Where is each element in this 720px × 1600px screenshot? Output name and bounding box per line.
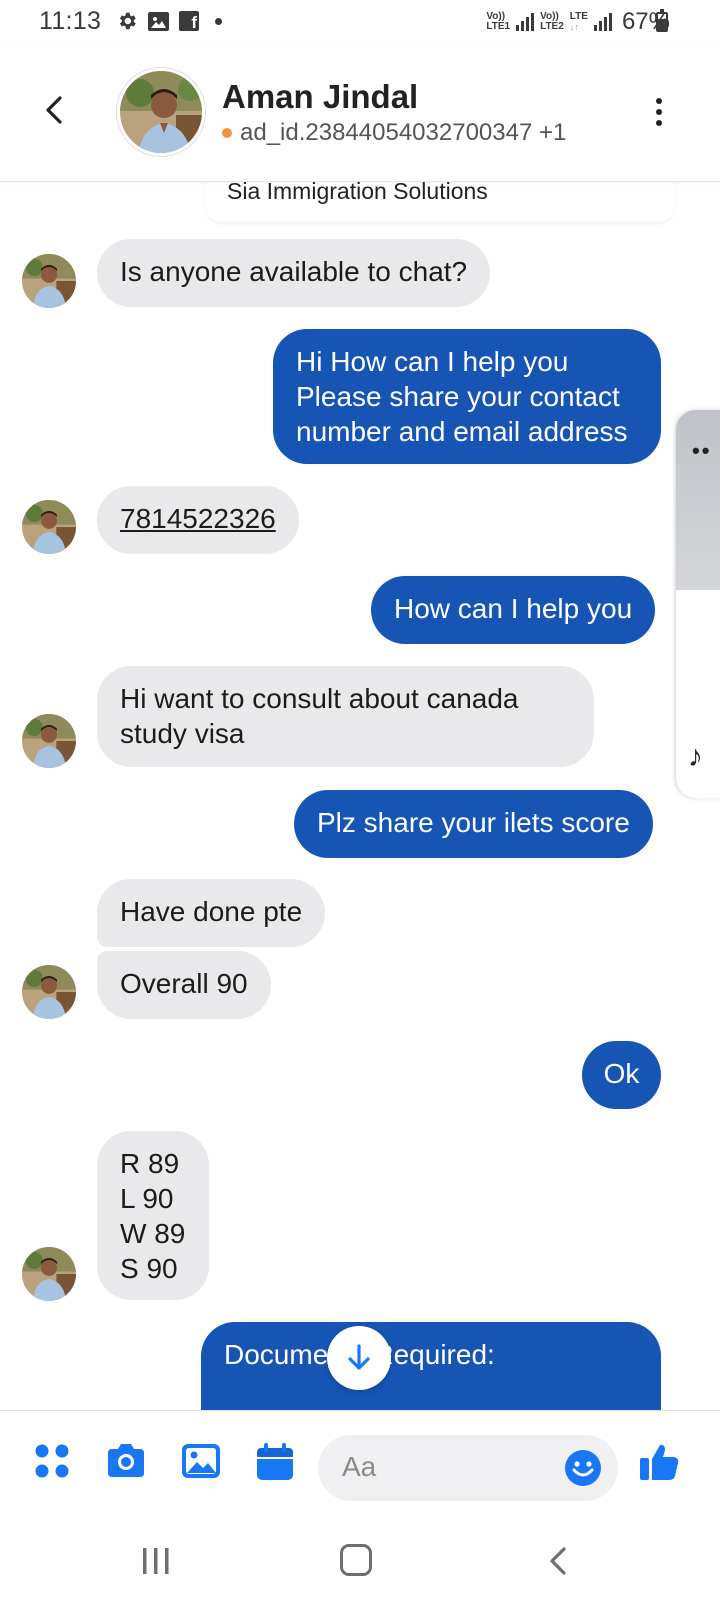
message-bubble-outgoing[interactable]: How can I help you xyxy=(371,576,656,644)
sender-photo xyxy=(22,714,76,768)
contact-avatar[interactable] xyxy=(117,68,205,156)
recent-apps-icon[interactable] xyxy=(141,1546,171,1576)
message-bubble-incoming[interactable]: Hi want to consult about canada study vi… xyxy=(97,666,594,767)
sender-avatar[interactable] xyxy=(22,1247,76,1301)
system-back-icon[interactable] xyxy=(548,1546,568,1576)
settings-gear-icon xyxy=(116,10,138,32)
camera-icon[interactable] xyxy=(104,1441,150,1487)
sender-avatar[interactable] xyxy=(22,500,76,554)
contact-name[interactable]: Aman Jindal xyxy=(222,78,418,116)
side-panel-dots-icon: •• xyxy=(692,438,712,463)
message-bubble-incoming[interactable]: R 89 L 90 W 89 S 90 xyxy=(97,1131,209,1300)
status-bar: 11:13 f Vo)) LTE1 Vo)) LTE2 LTE ↓↑ 67% xyxy=(0,0,720,46)
battery-icon xyxy=(656,9,668,32)
message-bubble-incoming[interactable]: Is anyone available to chat? xyxy=(97,239,491,307)
page-name: Sia Immigration Solutions xyxy=(227,182,488,204)
more-options-button[interactable] xyxy=(654,96,664,128)
sim2-lte-label: LTE2 xyxy=(540,21,564,32)
gallery-icon[interactable] xyxy=(180,1441,226,1487)
data-arrows-icon: ↓↑ xyxy=(569,22,579,32)
system-navigation-bar xyxy=(0,1520,720,1600)
sender-photo xyxy=(22,1247,76,1301)
network-sim2: Vo)) LTE2 xyxy=(540,12,564,32)
music-note-icon: ♪ xyxy=(688,740,703,773)
signal-sim1-icon xyxy=(516,13,535,31)
signal-sim2-icon xyxy=(593,13,612,31)
sender-photo xyxy=(22,254,76,308)
ad-id-text: ad_id.23844054032700347 +1 xyxy=(240,119,567,146)
message-input[interactable] xyxy=(342,1449,542,1485)
side-panel-preview xyxy=(676,410,720,590)
contact-photo xyxy=(120,71,202,153)
message-line: S 90 xyxy=(120,1253,178,1284)
sender-avatar[interactable] xyxy=(22,965,76,1019)
message-bubble-outgoing[interactable]: Ok xyxy=(582,1041,661,1109)
sender-photo xyxy=(22,965,76,1019)
message-list[interactable]: Sia Immigration Solutions Is anyone avai… xyxy=(0,182,720,1410)
vertical-dots-icon xyxy=(656,98,662,126)
more-notifications-dot-icon xyxy=(215,17,222,25)
gallery-notification-icon xyxy=(148,11,169,31)
status-time: 11:13 xyxy=(39,7,102,35)
sender-avatar[interactable] xyxy=(22,714,76,768)
emoji-icon[interactable] xyxy=(564,1449,602,1487)
notification-icons: f xyxy=(116,10,222,32)
message-line: Please share your contact xyxy=(296,381,620,412)
lte-label: LTE xyxy=(569,11,588,22)
page-info-card[interactable]: Sia Immigration Solutions xyxy=(205,182,675,222)
message-line: number and email address xyxy=(296,416,628,447)
facebook-notification-icon: f xyxy=(179,11,199,31)
sender-photo xyxy=(22,500,76,554)
message-bubble-incoming[interactable]: Overall 90 xyxy=(97,951,271,1019)
scroll-to-bottom-button[interactable] xyxy=(327,1326,391,1390)
message-bubble-outgoing[interactable]: Hi How can I help you Please share your … xyxy=(273,329,661,464)
phone-number-link[interactable]: 7814522326 xyxy=(120,503,276,534)
sim1-lte-label: LTE1 xyxy=(486,21,511,32)
thumbs-up-icon[interactable] xyxy=(638,1441,684,1487)
message-input-container[interactable] xyxy=(318,1435,618,1501)
message-line: W 89 xyxy=(120,1218,186,1249)
message-line: study visa xyxy=(120,718,245,749)
message-line: Hi want to consult about canada xyxy=(120,683,519,714)
message-bubble-outgoing[interactable]: Documents Required: xyxy=(201,1322,661,1410)
message-line: Hi How can I help you xyxy=(296,346,569,377)
message-composer xyxy=(0,1410,720,1520)
home-icon[interactable] xyxy=(340,1544,372,1576)
message-bubble-outgoing[interactable]: Plz share your ilets score xyxy=(294,790,653,858)
message-line: L 90 xyxy=(120,1183,174,1214)
message-line: R 89 xyxy=(120,1148,180,1179)
arrow-down-icon xyxy=(348,1344,370,1370)
message-bubble-incoming[interactable]: Have done pte xyxy=(97,879,326,947)
network-sim1: Vo)) LTE1 xyxy=(486,12,510,32)
message-bubble-incoming[interactable]: 7814522326 xyxy=(97,486,299,554)
calendar-icon[interactable] xyxy=(254,1441,300,1487)
contact-subtitle: ad_id.23844054032700347 +1 xyxy=(222,119,566,147)
status-right: Vo)) LTE1 Vo)) LTE2 LTE ↓↑ 67% xyxy=(486,8,670,36)
back-button[interactable] xyxy=(36,90,72,130)
chat-header: Aman Jindal ad_id.23844054032700347 +1 xyxy=(0,46,720,182)
lte-indicator: LTE ↓↑ xyxy=(569,11,588,33)
status-dot-icon xyxy=(222,128,232,138)
sender-avatar[interactable] xyxy=(22,254,76,308)
menu-grid-icon[interactable] xyxy=(32,1441,78,1487)
floating-side-panel[interactable]: •• ♪ xyxy=(676,410,720,798)
back-arrow-icon xyxy=(46,96,62,124)
